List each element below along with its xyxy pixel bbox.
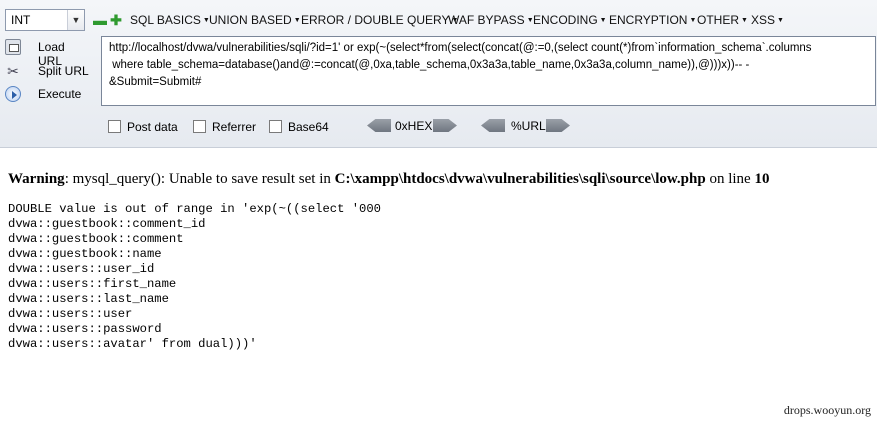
menu-encoding[interactable]: ENCODING ▼ bbox=[533, 13, 607, 27]
arrow-right-icon[interactable] bbox=[546, 119, 570, 132]
url-encode-label: %URL bbox=[511, 119, 546, 133]
referrer-label: Referrer bbox=[212, 120, 257, 134]
url-textarea[interactable]: http://localhost/dvwa/vulnerabilities/sq… bbox=[101, 36, 876, 106]
post-data-label: Post data bbox=[127, 120, 178, 134]
hackbar-menubar: INT ▼ ▬ ✚ SQL BASICS ▼ UNION BASED ▼ ERROR… bbox=[0, 6, 877, 34]
scissors-icon: ✂ bbox=[7, 63, 19, 79]
warning-label: Warning bbox=[8, 171, 65, 187]
split-url-label: Split URL bbox=[38, 64, 89, 78]
chevron-down-icon: ▼ bbox=[67, 10, 84, 30]
warning-path: C:\xampp\htdocs\dvwa\vulnerabilities\sql… bbox=[334, 171, 706, 187]
load-url-button[interactable]: Load URL bbox=[2, 38, 92, 68]
minus-icon[interactable]: ▬ bbox=[93, 13, 107, 27]
dropdown-arrow-icon: ▼ bbox=[599, 17, 607, 24]
execute-label: Execute bbox=[38, 87, 82, 101]
hackbar-toolbar: INT ▼ ▬ ✚ SQL BASICS ▼ UNION BASED ▼ ERROR… bbox=[0, 0, 877, 148]
arrow-right-icon[interactable] bbox=[433, 119, 457, 132]
warning-text: : mysql_query(): Unable to save result s… bbox=[64, 171, 335, 187]
menu-other[interactable]: OTHER ▼ bbox=[697, 13, 748, 27]
arrow-left-icon[interactable] bbox=[367, 119, 391, 132]
warning-line-number: 10 bbox=[754, 171, 770, 187]
play-icon bbox=[5, 86, 21, 102]
dropdown-arrow-icon: ▼ bbox=[689, 17, 697, 24]
execute-button[interactable]: Execute bbox=[2, 85, 92, 105]
menu-sql-basics[interactable]: SQL BASICS ▼ bbox=[130, 13, 210, 27]
split-url-button[interactable]: ✂ Split URL bbox=[2, 62, 92, 82]
hex-label: 0xHEX bbox=[395, 119, 433, 133]
watermark: drops.wooyun.org bbox=[783, 403, 871, 417]
arrow-left-icon[interactable] bbox=[481, 119, 505, 132]
sql-error-output: DOUBLE value is out of range in 'exp(~((… bbox=[8, 202, 381, 351]
menu-xss[interactable]: XSS ▼ bbox=[751, 13, 784, 27]
load-url-icon bbox=[5, 39, 21, 55]
dropdown-arrow-icon: ▼ bbox=[293, 17, 301, 24]
php-warning: Warning: mysql_query(): Unable to save r… bbox=[8, 171, 769, 188]
menu-error-double-query[interactable]: ERROR / DOUBLE QUERY ▼ bbox=[301, 13, 458, 27]
plus-icon[interactable]: ✚ bbox=[110, 13, 122, 27]
menu-waf-bypass[interactable]: WAF BYPASS ▼ bbox=[448, 13, 534, 27]
type-select-value: INT bbox=[11, 13, 31, 27]
dropdown-arrow-icon: ▼ bbox=[777, 17, 784, 24]
type-select[interactable]: INT ▼ bbox=[5, 9, 85, 31]
menu-union-based[interactable]: UNION BASED ▼ bbox=[209, 13, 301, 27]
checkbox-box[interactable] bbox=[108, 120, 121, 133]
checkbox-box[interactable] bbox=[193, 120, 206, 133]
checkbox-box[interactable] bbox=[269, 120, 282, 133]
dropdown-arrow-icon: ▼ bbox=[741, 17, 748, 24]
menu-encryption[interactable]: ENCRYPTION ▼ bbox=[609, 13, 696, 27]
warning-online: on line bbox=[705, 171, 755, 187]
base64-label: Base64 bbox=[288, 120, 329, 134]
